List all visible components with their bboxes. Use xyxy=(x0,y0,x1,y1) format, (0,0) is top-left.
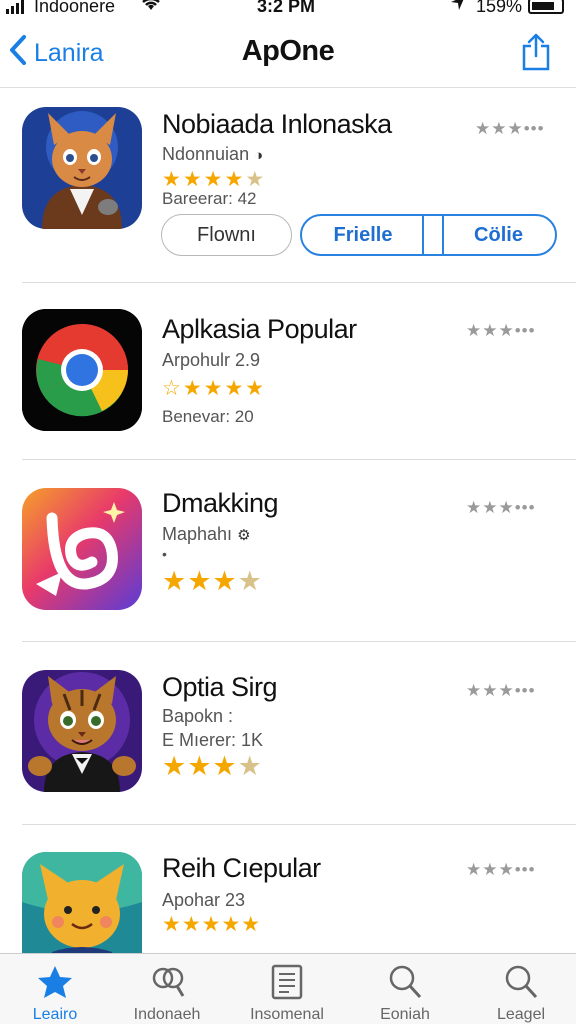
rating-count: E Mıerer: 1K xyxy=(162,730,264,750)
status-time: 3:2 PM xyxy=(257,0,316,16)
segment-separator xyxy=(422,216,424,254)
frielle-button[interactable]: Frielle xyxy=(302,216,424,254)
people-icon xyxy=(152,967,185,997)
rating-dots: ★★★••• xyxy=(466,860,536,879)
star-rating: ★★★★ xyxy=(162,751,263,782)
app-icon-kitty[interactable] xyxy=(22,852,142,953)
pin-icon: ◑ xyxy=(254,147,264,164)
wifi-icon xyxy=(140,0,162,17)
tab-insomenal[interactable]: Insomenal xyxy=(232,958,342,1024)
stars-empty: ★ xyxy=(237,566,263,596)
location-icon xyxy=(450,0,466,16)
developer-label: Maphahı xyxy=(162,524,233,544)
stars-filled: ★★★ xyxy=(162,566,238,596)
share-button[interactable] xyxy=(520,32,552,72)
star-icon xyxy=(38,966,72,998)
segmented-button: Frielle Cölie xyxy=(300,214,557,256)
list-item[interactable]: Reih Cıepular Apohar 23 ★★★★★ ★★★••• xyxy=(0,825,576,953)
tab-eoniah[interactable]: Eoniah xyxy=(350,958,460,1024)
list-item[interactable]: Aplkasia Popular Arpohulr 2.9 ☆★★★★ Bene… xyxy=(0,283,576,460)
tab-label: Indonaeh xyxy=(133,1006,201,1023)
app-name[interactable]: Aplkasia Popular xyxy=(162,314,357,345)
search-icon xyxy=(505,965,538,999)
pin-icon: ⚙ xyxy=(237,527,251,544)
developer-label: Ndonnuian xyxy=(162,144,250,164)
rating-count: Benevar: 20 xyxy=(162,407,254,426)
carrier-label: Indoonere xyxy=(34,0,116,16)
share-icon xyxy=(522,33,550,71)
stars-filled: ★★★★ xyxy=(162,168,246,191)
list-item[interactable]: Dmakking Maphahı ⚙ • ★★★★ ★★★••• xyxy=(0,460,576,642)
app-name[interactable]: Reih Cıepular xyxy=(162,853,321,884)
search-icon xyxy=(389,965,422,999)
app-developer: Ndonnuian ◑ xyxy=(162,144,263,165)
tab-bar: Leairo Indonaeh Insomenal Eoniah Leagel xyxy=(0,953,576,1024)
rating-dots: ★★★••• xyxy=(466,321,536,340)
battery-percent: 159% xyxy=(476,0,523,16)
app-developer: Arpohulr 2.9 xyxy=(162,350,261,370)
status-bar: Indoonere 3:2 PM 159% xyxy=(0,0,576,18)
app-name[interactable]: Optia Sirg xyxy=(162,672,278,703)
rating-dots: ★★★••• xyxy=(466,498,536,517)
app-developer: Maphahı ⚙ xyxy=(162,524,251,545)
app-icon-browser[interactable] xyxy=(22,309,142,431)
app-name[interactable]: Dmakking xyxy=(162,488,279,519)
star-rating: ☆★★★★ xyxy=(162,376,266,401)
stars-filled: ★★★ xyxy=(162,751,238,781)
rating-count: Bareerar: 42 xyxy=(162,189,257,208)
tab-label: Leairo xyxy=(32,1006,78,1023)
tab-leagel[interactable]: Leagel xyxy=(466,958,576,1024)
rating-dots: ★★★••• xyxy=(475,119,545,138)
list-item[interactable]: Optia Sirg Ваpokn : E Mıerer: 1K ★★★★ ★★… xyxy=(0,642,576,825)
app-icon-cat[interactable] xyxy=(22,107,142,229)
app-name[interactable]: Nobiaada Inlonaska xyxy=(162,109,392,140)
star-rating: ★★★★ xyxy=(162,566,263,597)
rating-dots: ★★★••• xyxy=(466,681,536,700)
colie-button[interactable]: Cölie xyxy=(442,216,555,254)
tab-label: Leagel xyxy=(496,1006,546,1023)
stars-filled: ☆★★★★ xyxy=(162,377,267,400)
stars-empty: ★ xyxy=(245,168,267,191)
app-developer: Ваpokn : xyxy=(162,706,234,726)
battery-icon xyxy=(528,0,564,14)
signal-icon xyxy=(6,0,24,14)
app-developer: Apohar 23 xyxy=(162,890,246,910)
star-rating: ★★★★★ xyxy=(162,912,261,937)
bullet-dot: • xyxy=(162,546,167,562)
app-icon-tiger[interactable] xyxy=(22,670,142,792)
list-icon xyxy=(271,964,303,1000)
list-item[interactable]: Nobiaada Inlonaska Ndonnuian ◑ ★★★★★ Bar… xyxy=(0,89,576,283)
tab-label: Insomenal xyxy=(250,1006,324,1023)
tab-indonaeh[interactable]: Indonaeh xyxy=(112,958,222,1024)
page-title: ApOne xyxy=(241,35,335,67)
navigation-bar: Lanira ApOne xyxy=(0,18,576,88)
tab-label: Eoniah xyxy=(380,1006,430,1023)
app-icon-swirl[interactable] xyxy=(22,488,142,610)
stars-empty: ★ xyxy=(237,751,263,781)
flown-button[interactable]: Flownı xyxy=(161,214,292,256)
stars-filled: ★★★★★ xyxy=(162,913,262,936)
tab-leairo[interactable]: Leairo xyxy=(0,958,110,1024)
